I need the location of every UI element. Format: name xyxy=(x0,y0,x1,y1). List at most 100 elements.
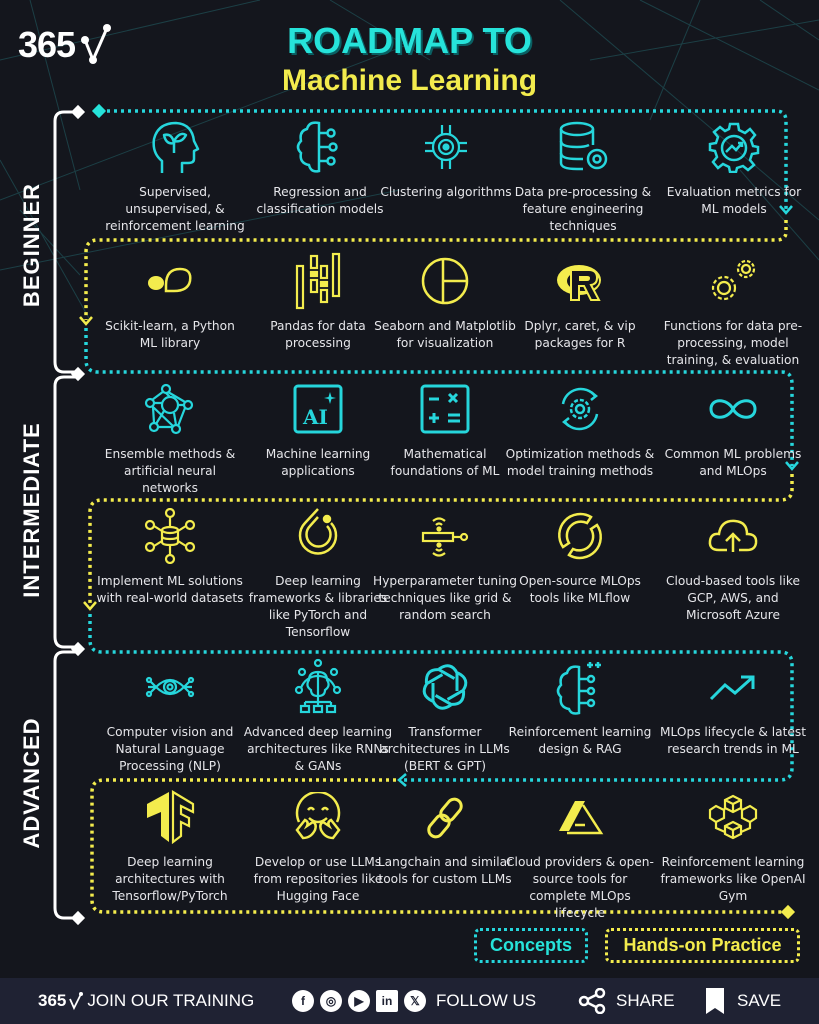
item-label: Computer vision and Natural Language Pro… xyxy=(106,725,234,773)
r-logo-icon xyxy=(505,252,655,310)
footer-brand: 365 xyxy=(38,991,67,1010)
item-label: Cloud providers & open-source tools for … xyxy=(506,855,654,920)
share-button[interactable]: SHARE xyxy=(578,978,675,1024)
roadmap-item: Mathematical foundations of ML xyxy=(370,380,520,480)
item-label: Supervised, unsupervised, & reinforcemen… xyxy=(105,185,245,233)
item-label: Evaluation metrics for ML models xyxy=(666,185,802,216)
tuning-slider-icon xyxy=(370,507,520,565)
roadmap-item: Dplyr, caret, & vip packages for R xyxy=(505,252,655,352)
svg-text:AI: AI xyxy=(302,405,328,429)
item-label: Optimization methods & model training me… xyxy=(505,447,655,478)
bracket-node xyxy=(70,910,86,926)
bracket-node xyxy=(70,366,86,382)
database-gear-icon xyxy=(508,118,658,176)
beginner-bracket xyxy=(53,110,78,374)
cloud-upload-icon xyxy=(658,507,808,565)
roadmap-item: Reinforcement learning design & RAG xyxy=(505,658,655,758)
roadmap-item: Transformer architectures in LLMs (BERT … xyxy=(370,658,520,775)
social-links: f ◎ ▶ in 𝕏 FOLLOW US xyxy=(292,978,536,1024)
share-label: SHARE xyxy=(616,991,675,1010)
scikit-learn-icon xyxy=(95,252,245,310)
join-training-link[interactable]: 365 JOIN OUR TRAINING xyxy=(38,978,254,1024)
end-node xyxy=(780,904,796,920)
chain-link-icon xyxy=(370,788,520,846)
roadmap-item: Langchain and similar tools for custom L… xyxy=(370,788,520,888)
database-network-icon xyxy=(95,507,245,565)
save-button[interactable]: SAVE xyxy=(705,978,781,1024)
roadmap-item: Computer vision and Natural Language Pro… xyxy=(95,658,245,775)
trend-up-icon xyxy=(658,658,808,716)
item-label: Ensemble methods & artificial neural net… xyxy=(104,447,236,495)
roadmap-item: Ensemble methods & artificial neural net… xyxy=(95,380,245,497)
item-label: Seaborn and Matplotlib for visualization xyxy=(374,319,516,350)
item-label: Open-source MLOps tools like MLflow xyxy=(519,574,641,605)
item-label: Data pre-processing & feature engineerin… xyxy=(514,185,652,233)
bookmark-icon xyxy=(706,988,724,1014)
item-label: Reinforcement learning frameworks like O… xyxy=(660,855,806,903)
openai-icon xyxy=(370,658,520,716)
footer-bar: 365 JOIN OUR TRAINING f ◎ ▶ in 𝕏 FOLLOW … xyxy=(0,978,819,1024)
openai-gym-icon xyxy=(658,788,808,846)
item-label: Transformer architectures in LLMs (BERT … xyxy=(380,725,510,773)
roadmap-item: Common ML problems and MLOps xyxy=(658,380,808,480)
linkedin-icon[interactable]: in xyxy=(376,990,398,1012)
roadmap-item: Deep learning architectures with Tensorf… xyxy=(95,788,245,905)
arrow-down xyxy=(79,316,93,326)
roadmap-item: Seaborn and Matplotlib for visualization xyxy=(370,252,520,352)
gear-circuit-icon xyxy=(371,118,521,176)
gear-cycle-icon xyxy=(505,380,655,438)
checkmark-logo-icon xyxy=(69,992,84,1011)
item-label: Functions for data pre-processing, model… xyxy=(663,319,803,367)
x-icon[interactable]: 𝕏 xyxy=(404,990,426,1012)
item-label: Reinforcement learning design & RAG xyxy=(508,725,652,756)
bracket-node xyxy=(70,104,86,120)
roadmap-item: Optimization methods & model training me… xyxy=(505,380,655,480)
roadmap-item: Clustering algorithms xyxy=(371,118,521,201)
item-label: Deep learning architectures with Tensorf… xyxy=(112,855,228,903)
start-node xyxy=(91,103,107,119)
item-label: Clustering algorithms xyxy=(380,185,512,199)
legend-hands-on-practice: Hands-on Practice xyxy=(605,928,800,963)
roadmap-item: Cloud providers & open-source tools for … xyxy=(505,788,655,922)
bracket-node xyxy=(70,641,86,657)
roadmap-item: Open-source MLOps tools like MLflow xyxy=(505,507,655,607)
youtube-icon[interactable]: ▶ xyxy=(348,990,370,1012)
roadmap-item: Functions for data pre-processing, model… xyxy=(658,252,808,369)
level-label-intermediate: INTERMEDIATE xyxy=(19,422,44,598)
roadmap-item: Reinforcement learning frameworks like O… xyxy=(658,788,808,905)
roadmap-item: Scikit-learn, a Python ML library xyxy=(95,252,245,352)
intermediate-bracket xyxy=(53,375,78,649)
level-label-beginner: BEGINNER xyxy=(19,182,44,308)
roadmap-item: Cloud-based tools like GCP, AWS, and Mic… xyxy=(658,507,808,624)
roadmap-item: Evaluation metrics for ML models xyxy=(659,118,809,218)
item-label: Hyperparameter tuning techniques like gr… xyxy=(373,574,517,622)
item-label: MLOps lifecycle & latest research trends… xyxy=(660,725,806,756)
join-training-label: JOIN OUR TRAINING xyxy=(87,991,255,1010)
share-icon xyxy=(578,988,606,1014)
infinity-icon xyxy=(658,380,808,438)
follow-us-label[interactable]: FOLLOW US xyxy=(436,991,536,1011)
save-label: SAVE xyxy=(737,991,782,1010)
roadmap-item: Supervised, unsupervised, & reinforcemen… xyxy=(100,118,250,235)
instagram-icon[interactable]: ◎ xyxy=(320,990,342,1012)
roadmap-item: Hyperparameter tuning techniques like gr… xyxy=(370,507,520,624)
roadmap-item: Implement ML solutions with real-world d… xyxy=(95,507,245,607)
tensorflow-icon xyxy=(95,788,245,846)
mlflow-icon xyxy=(505,507,655,565)
calculator-icon xyxy=(370,380,520,438)
item-label: Scikit-learn, a Python ML library xyxy=(105,319,235,350)
advanced-bracket xyxy=(53,650,78,920)
pie-chart-icon xyxy=(370,252,520,310)
roadmap-item: Data pre-processing & feature engineerin… xyxy=(508,118,658,235)
roadmap-item: MLOps lifecycle & latest research trends… xyxy=(658,658,808,758)
item-label: Implement ML solutions with real-world d… xyxy=(96,574,244,605)
facebook-icon[interactable]: f xyxy=(292,990,314,1012)
legend-concepts: Concepts xyxy=(474,928,588,963)
head-sprout-icon xyxy=(100,118,250,176)
azure-icon xyxy=(505,788,655,846)
item-label: Cloud-based tools like GCP, AWS, and Mic… xyxy=(665,574,801,622)
item-label: Dplyr, caret, & vip packages for R xyxy=(524,319,636,350)
brain-plus-icon xyxy=(505,658,655,716)
item-label: Mathematical foundations of ML xyxy=(390,447,500,478)
gear-chart-icon xyxy=(659,118,809,176)
